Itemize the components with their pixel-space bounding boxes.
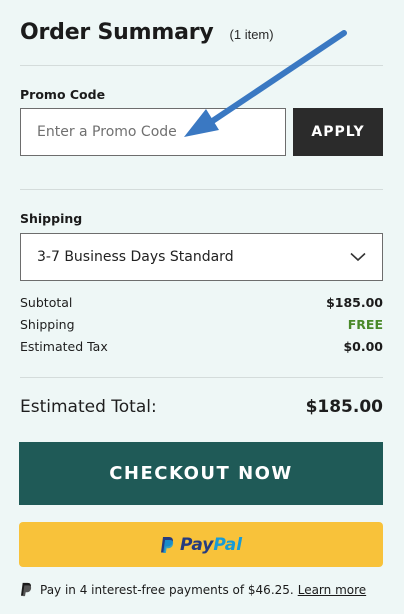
apply-button[interactable]: APPLY	[293, 108, 383, 156]
promo-code-input[interactable]	[20, 108, 286, 156]
checkout-now-button[interactable]: CHECKOUT NOW	[19, 442, 383, 505]
divider	[20, 65, 383, 66]
shipping-method-select[interactable]: 3-7 Business Days Standard	[20, 233, 383, 281]
estimated-total-row: Estimated Total: $185.00	[20, 397, 383, 417]
estimated-tax-value: $0.00	[343, 339, 383, 354]
shipping-label: Shipping	[20, 211, 83, 226]
learn-more-link[interactable]: Learn more	[298, 583, 366, 597]
shipping-cost-row: Shipping FREE	[20, 317, 383, 332]
shipping-cost-value: FREE	[347, 317, 383, 332]
paypal-small-icon	[21, 582, 32, 597]
installments-text: Pay in 4 interest-free payments of $46.2…	[40, 582, 294, 597]
subtotal-value: $185.00	[326, 295, 383, 310]
estimated-tax-label: Estimated Tax	[20, 339, 108, 354]
chevron-down-icon	[350, 252, 366, 262]
divider	[20, 189, 383, 190]
estimated-total-label: Estimated Total:	[20, 397, 157, 417]
estimated-tax-row: Estimated Tax $0.00	[20, 339, 383, 354]
order-summary-header: Order Summary (1 item)	[20, 20, 274, 45]
shipping-cost-label: Shipping	[20, 317, 75, 332]
divider	[20, 377, 383, 378]
paypal-button[interactable]: PayPal	[19, 522, 383, 567]
promo-code-label: Promo Code	[20, 87, 106, 102]
shipping-selected-value: 3-7 Business Days Standard	[37, 249, 234, 265]
subtotal-label: Subtotal	[20, 295, 73, 310]
page-title: Order Summary	[20, 20, 214, 45]
paypal-wordmark: PayPal	[179, 534, 243, 555]
estimated-total-value: $185.00	[305, 397, 383, 417]
paypal-logo-icon	[160, 536, 174, 553]
paypal-installments-note: Pay in 4 interest-free payments of $46.2…	[20, 582, 366, 597]
item-count: (1 item)	[229, 27, 274, 42]
subtotal-row: Subtotal $185.00	[20, 295, 383, 310]
